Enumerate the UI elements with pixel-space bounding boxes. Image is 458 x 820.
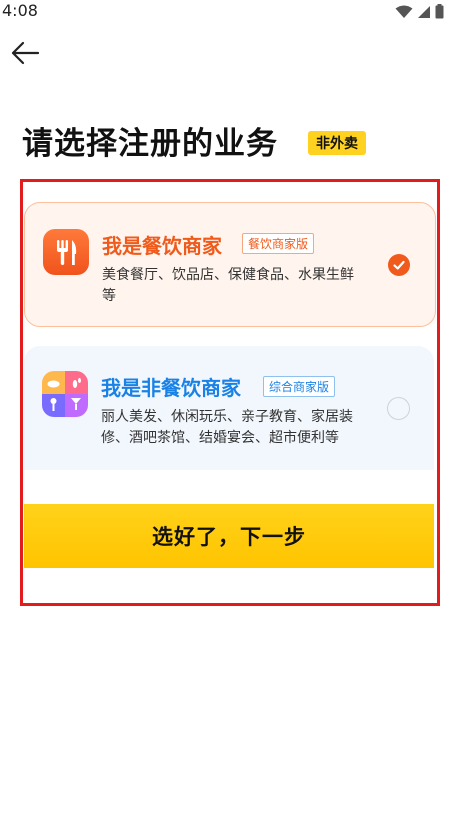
signal-icon <box>418 5 430 18</box>
page-title: 请选择注册的业务 <box>22 126 278 162</box>
services-icon <box>42 371 88 417</box>
arrow-left-icon <box>11 41 40 65</box>
status-icons <box>395 4 444 19</box>
option-desc-food: 美食餐厅、饮品店、保健食品、水果生鲜等 <box>102 267 354 304</box>
option-card-nonfood[interactable]: 我是非餐饮商家 综合商家版 丽人美发、休闲玩乐、亲子教育、家居装修、酒吧茶馆、结… <box>24 346 434 470</box>
option-desc-nonfood: 丽人美发、休闲玩乐、亲子教育、家居装修、酒吧茶馆、结婚宴会、超市便利等 <box>101 409 353 446</box>
back-button[interactable] <box>8 38 42 68</box>
option-title-nonfood: 我是非餐饮商家 <box>101 376 241 400</box>
option-tag-food: 餐饮商家版 <box>242 233 315 254</box>
radio-unchecked-nonfood[interactable] <box>387 397 410 420</box>
status-bar: 4:08 <box>0 0 458 24</box>
option-tag-nonfood: 综合商家版 <box>263 376 336 397</box>
next-step-button[interactable]: 选好了，下一步 <box>24 504 434 568</box>
battery-icon <box>435 4 444 19</box>
checkmark-icon <box>393 260 405 270</box>
option-card-food[interactable]: 我是餐饮商家 餐饮商家版 美食餐厅、饮品店、保健食品、水果生鲜等 <box>24 202 436 327</box>
wifi-icon <box>395 5 413 18</box>
option-title-food: 我是餐饮商家 <box>102 234 222 258</box>
restaurant-icon <box>43 229 89 275</box>
radio-checked-food[interactable] <box>388 254 410 276</box>
title-badge: 非外卖 <box>308 131 366 155</box>
status-time: 4:08 <box>2 1 38 20</box>
